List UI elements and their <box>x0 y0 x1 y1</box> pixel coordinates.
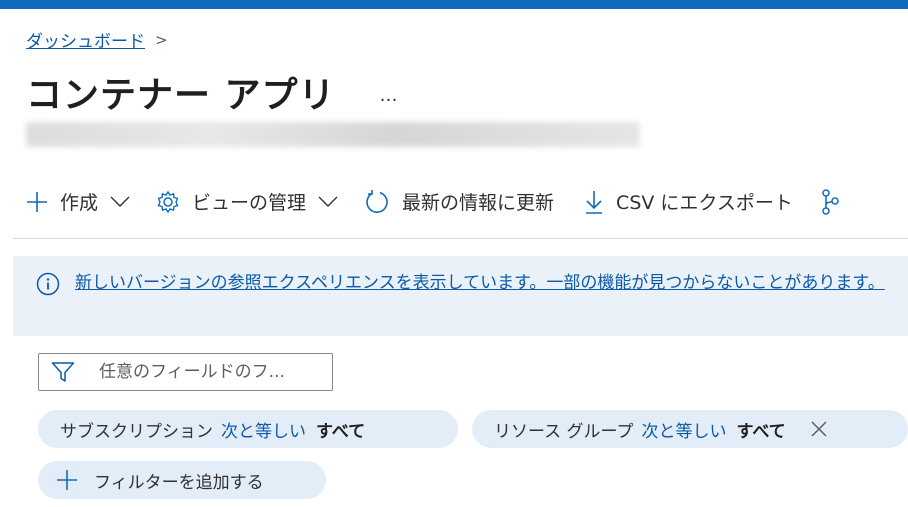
info-icon <box>36 272 60 296</box>
filter-icon <box>51 362 75 382</box>
pill-operator: 次と等しい <box>221 421 306 442</box>
branch-button[interactable] <box>821 188 839 215</box>
manage-view-button[interactable]: ビューの管理 <box>156 188 338 215</box>
toolbar-divider <box>13 238 908 239</box>
add-filter-label: フィルターを追加する <box>94 472 264 493</box>
breadcrumb-separator: > <box>155 30 168 49</box>
chevron-down-icon <box>318 196 338 207</box>
manage-view-label: ビューの管理 <box>192 192 307 214</box>
pill-operator: 次と等しい <box>641 421 727 442</box>
command-bar: 作成 ビューの管理 最新の情報に更新 CSV にエクスポート <box>26 188 869 215</box>
refresh-button[interactable]: 最新の情報に更新 <box>364 188 554 215</box>
download-icon <box>586 190 603 214</box>
add-filter-button[interactable]: フィルターを追加する <box>38 461 326 499</box>
breadcrumb-link-dashboard[interactable]: ダッシュボード <box>26 27 145 52</box>
refresh-label: 最新の情報に更新 <box>402 192 555 214</box>
redacted-subtitle <box>26 122 640 147</box>
close-icon <box>811 421 827 437</box>
banner-message-link[interactable]: 新しいバージョンの参照エクスペリエンスを表示しています。一部の機能が見つからない… <box>75 270 908 296</box>
branch-icon <box>822 188 839 215</box>
more-options-button[interactable]: … <box>380 85 398 106</box>
create-button[interactable]: 作成 <box>26 188 130 215</box>
filter-field[interactable] <box>38 353 333 391</box>
gear-icon <box>157 190 179 213</box>
pill-field: リソース グループ <box>494 421 634 442</box>
plus-icon <box>27 191 47 212</box>
breadcrumb: ダッシュボード > <box>26 27 168 53</box>
remove-filter-button[interactable] <box>810 420 828 438</box>
create-label: 作成 <box>60 192 99 214</box>
info-banner: 新しいバージョンの参照エクスペリエンスを表示しています。一部の機能が見つからない… <box>13 256 908 336</box>
refresh-icon <box>366 189 388 213</box>
chevron-down-icon <box>110 196 130 207</box>
pill-value: すべて <box>316 421 366 442</box>
plus-icon <box>57 470 77 490</box>
resource-group-filter-pill[interactable]: リソース グループ 次と等しい すべて <box>472 410 908 448</box>
filter-input[interactable] <box>99 362 324 382</box>
page-title: コンテナー アプリ <box>26 75 336 116</box>
pill-field: サブスクリプション <box>60 421 213 442</box>
export-csv-label: CSV にエクスポート <box>616 192 793 214</box>
pill-value: すべて <box>736 421 786 442</box>
subscription-filter-pill[interactable]: サブスクリプション 次と等しい すべて <box>38 410 458 448</box>
top-accent-bar <box>0 0 908 9</box>
title-row: コンテナー アプリ … <box>26 66 398 118</box>
export-csv-button[interactable]: CSV にエクスポート <box>584 188 793 215</box>
